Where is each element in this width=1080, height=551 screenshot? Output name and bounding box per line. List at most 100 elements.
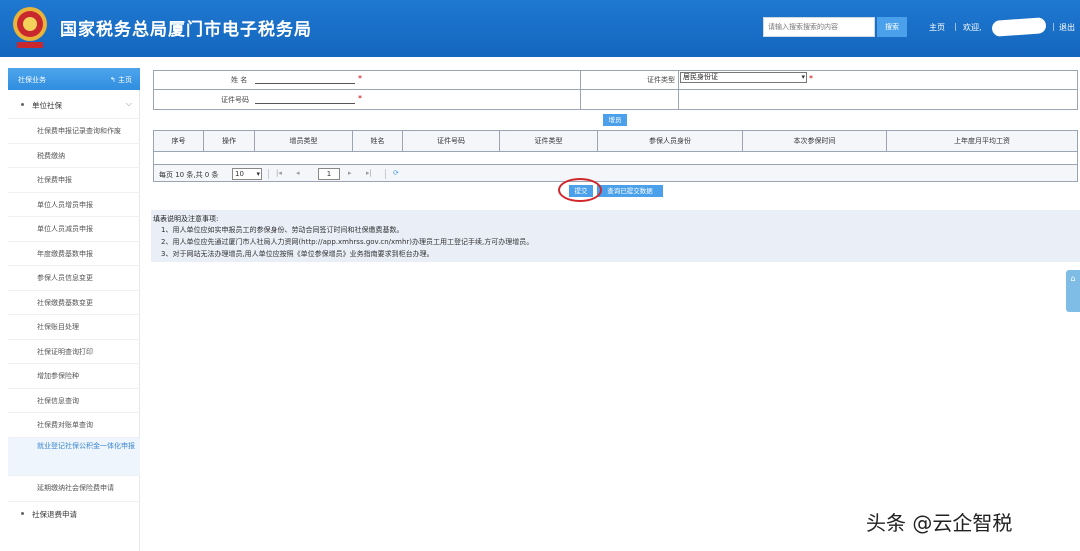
sidebar-item[interactable]: 社保费对账单查询 [8, 412, 140, 437]
name-input[interactable] [255, 74, 355, 84]
username-redaction [991, 17, 1047, 37]
page-number-input[interactable]: 1 [318, 168, 340, 180]
sidebar-item[interactable]: 社保缴费基数变更 [8, 289, 140, 315]
floating-side-tab[interactable]: ⌂ [1066, 270, 1080, 312]
bullet-icon [21, 103, 24, 106]
column-header: 参保人员身份 [598, 131, 743, 151]
instructions-title: 填表说明及注意事项: [153, 215, 219, 223]
sidebar-item-label: 社保缴费基数变更 [37, 298, 93, 307]
sidebar-item-label: 社保信息查询 [37, 396, 79, 405]
column-header: 上年度月平均工资 [954, 137, 1010, 145]
sidebar-header: 社保业务 ↰ 主页 [8, 68, 140, 90]
id-number-input[interactable] [255, 94, 355, 104]
sidebar-item-label: 社保费申报 [37, 176, 72, 184]
employee-grid-body [153, 152, 1078, 164]
sidebar-item-label: 年度缴费基数申报 [37, 249, 93, 258]
logout-link[interactable]: 退出 [1059, 22, 1075, 33]
column-header: 证件类型 [500, 131, 598, 151]
form-divider [678, 70, 679, 110]
sidebar-item-label: 社保账目处理 [37, 323, 79, 331]
column-header: 证件号码 [403, 131, 500, 151]
grid-pager: 每页 10 条,共 0 条 10 ▾ |◂ ◂ 1 ▸ ▸| ⟳ [153, 164, 1078, 182]
required-mark: * [809, 74, 813, 83]
pager-summary: 每页 10 条,共 0 条 [159, 171, 219, 179]
bullet-icon [21, 512, 24, 515]
sidebar-item-label: 社保证明查询打印 [37, 347, 93, 356]
chevron-down-icon: ▾ [256, 170, 260, 178]
nav-separator: | [1052, 22, 1055, 31]
name-label: 姓 名 [231, 76, 248, 84]
sidebar-item[interactable]: 年度缴费基数申报 [8, 240, 140, 266]
required-mark: * [358, 74, 362, 83]
sidebar-group-refund[interactable]: 社保退费申请 [8, 501, 140, 525]
instructions-panel: 填表说明及注意事项: 1、用人单位应如实申报员工的参保身份、劳动合同签订时间和社… [151, 210, 1080, 262]
column-header: 操作 [204, 131, 255, 151]
nav-home-link[interactable]: 主页 [929, 22, 945, 33]
sidebar-item[interactable]: 税费缴纳 [8, 142, 140, 168]
page-size-value: 10 [235, 170, 244, 178]
id-type-value: 居民身份证 [683, 73, 718, 81]
sidebar-group-label: 单位社保 [32, 101, 62, 110]
id-type-label: 证件类型 [647, 76, 675, 84]
sidebar-item[interactable]: 增加参保险种 [8, 363, 140, 388]
site-title: 国家税务总局厦门市电子税务局 [60, 20, 312, 40]
nav-welcome-text: 欢迎, [963, 23, 982, 32]
sidebar-item[interactable]: 社保信息查询 [8, 387, 140, 413]
form-divider [153, 89, 1078, 90]
instruction-line: 3、对于网站无法办理增员,用人单位应按照《单位参保增员》业务指南要求到柜台办理。 [161, 250, 434, 258]
sidebar-group-unit-social[interactable]: 单位社保 ⌵ [8, 93, 140, 117]
column-header: 姓名 [353, 131, 403, 151]
query-submitted-button[interactable]: 查询已提交数据 [597, 185, 663, 197]
sidebar-item-label: 就业登记社保公积金一体化申报 [37, 441, 135, 450]
sidebar-item-label: 社保费申报记录查询和作废 [37, 127, 121, 135]
column-header: 本次参保时间 [743, 131, 887, 151]
sidebar-home-link[interactable]: ↰ 主页 [110, 75, 132, 85]
page-size-select[interactable]: 10 ▾ [232, 168, 262, 180]
annotation-circle [558, 178, 602, 202]
column-header: 序号 [154, 131, 204, 151]
sidebar: 社保业务 ↰ 主页 单位社保 ⌵ 社保费申报记录查询和作废 税费缴纳 社保费申报… [8, 68, 140, 551]
first-page-icon[interactable]: |◂ [276, 169, 282, 177]
pager-divider [385, 169, 386, 179]
employee-grid-header: 序号 操作 增员类型 姓名 证件号码 证件类型 参保人员身份 本次参保时间 上年… [153, 130, 1078, 152]
next-page-icon[interactable]: ▸ [348, 169, 352, 177]
sidebar-item-label: 社保费对账单查询 [37, 421, 93, 429]
sidebar-item-active[interactable]: 就业登记社保公积金一体化申报 [8, 436, 140, 475]
sidebar-item-label: 延期缴纳社会保险费申请 [37, 483, 114, 492]
sidebar-item[interactable]: 单位人员增员申报 [8, 191, 140, 217]
sidebar-item[interactable]: 社保账目处理 [8, 314, 140, 339]
last-page-icon[interactable]: ▸| [366, 169, 372, 177]
sidebar-item-label: 参保人员信息变更 [37, 274, 93, 282]
watermark-text: 头条 @云企智税 [866, 511, 1013, 535]
add-employee-button[interactable]: 增员 [603, 114, 627, 126]
prev-page-icon[interactable]: ◂ [296, 169, 300, 177]
refresh-icon[interactable]: ⟳ [393, 169, 399, 177]
chevron-down-icon: ⌵ [125, 99, 132, 108]
column-header: 增员类型 [255, 131, 353, 151]
sidebar-item-label: 单位人员增员申报 [37, 200, 93, 209]
pager-divider [268, 169, 269, 179]
instruction-line: 1、用人单位应如实申报员工的参保身份、劳动合同签订时间和社保缴费基数。 [161, 226, 404, 234]
id-number-label: 证件号码 [221, 96, 249, 104]
sidebar-item[interactable]: 社保费申报 [8, 167, 140, 192]
form-divider [580, 70, 581, 110]
instruction-line: 2、用人单位应先通过厦门市人社局人力资网(http://app.xmhrss.g… [161, 238, 534, 246]
search-button[interactable]: 搜索 [877, 17, 907, 37]
sidebar-item[interactable]: 社保证明查询打印 [8, 338, 140, 364]
sidebar-title: 社保业务 [18, 76, 46, 84]
sidebar-item[interactable]: 单位人员减员申报 [8, 216, 140, 241]
sidebar-group-label: 社保退费申请 [32, 510, 77, 519]
sidebar-item[interactable]: 参保人员信息变更 [8, 265, 140, 290]
top-header: 国家税务总局厦门市电子税务局 搜索 主页 | 欢迎, | 退出 [0, 0, 1080, 57]
sidebar-item-label: 增加参保险种 [37, 372, 79, 380]
id-type-select[interactable]: 居民身份证 ▾ [680, 72, 807, 83]
sidebar-item[interactable]: 延期缴纳社会保险费申请 [8, 474, 140, 500]
tax-emblem-logo [13, 7, 47, 48]
nav-separator: | [954, 22, 957, 31]
chevron-down-icon: ▾ [801, 73, 805, 81]
sidebar-item[interactable]: 社保费申报记录查询和作废 [8, 118, 140, 143]
sidebar-item-label: 单位人员减员申报 [37, 225, 93, 233]
required-mark: * [358, 94, 362, 103]
search-input[interactable] [763, 17, 875, 37]
sidebar-item-label: 税费缴纳 [37, 151, 65, 160]
